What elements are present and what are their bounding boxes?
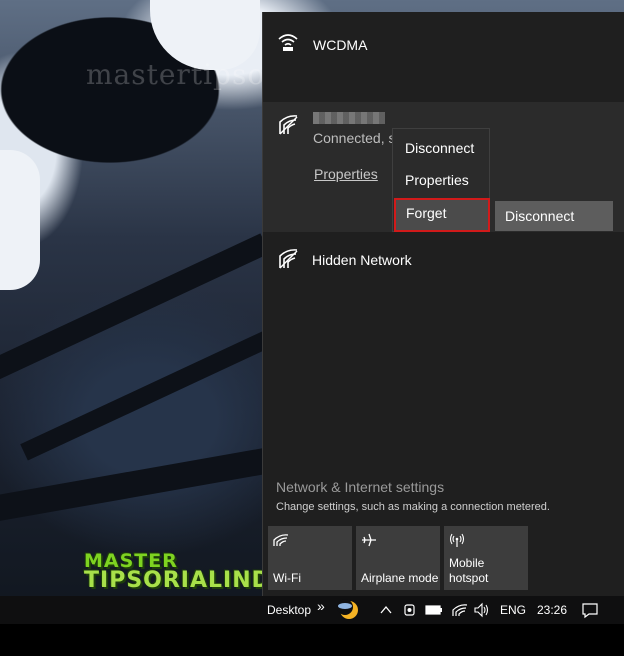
- context-menu-forget[interactable]: Forget: [394, 198, 490, 232]
- network-flyout: WCDMA Connected, s Properties Disconnect: [262, 12, 624, 596]
- network-context-menu: Disconnect Properties Forget: [392, 128, 490, 232]
- network-item-hidden[interactable]: Hidden Network: [263, 244, 624, 284]
- tile-label: Mobile hotspot: [449, 556, 488, 586]
- camera-icon[interactable]: [403, 596, 417, 624]
- wifi-secured-icon: [277, 114, 299, 141]
- toolbar-chevron-icon[interactable]: »: [317, 592, 325, 620]
- desktop-toolbar-label[interactable]: Desktop: [267, 596, 311, 624]
- context-menu-disconnect[interactable]: Disconnect: [393, 133, 489, 163]
- volume-icon[interactable]: [473, 596, 491, 624]
- airplane-icon: [361, 532, 377, 553]
- wifi-signal-icon: [277, 32, 299, 57]
- connection-status: Connected, s: [313, 130, 396, 146]
- language-indicator[interactable]: ENG: [500, 596, 526, 624]
- network-name: Hidden Network: [312, 252, 412, 268]
- chevron-up-icon[interactable]: [380, 596, 392, 624]
- wifi-tile[interactable]: Wi-Fi: [268, 526, 352, 590]
- battery-icon[interactable]: [425, 596, 443, 624]
- tile-label-line2: hotspot: [449, 571, 489, 585]
- network-settings-description: Change settings, such as making a connec…: [276, 501, 550, 513]
- properties-link[interactable]: Properties: [314, 166, 378, 182]
- network-name-blurred: [313, 112, 385, 124]
- wifi-icon: [273, 534, 289, 553]
- network-settings-link[interactable]: Network & Internet settings: [276, 479, 444, 495]
- logo-line2: TIPSORIALINDO: [84, 568, 291, 593]
- tile-label-line1: Mobile: [449, 556, 485, 570]
- site-logo: MASTER TIPSORIALINDO: [84, 550, 291, 593]
- action-center-icon[interactable]: [581, 596, 599, 624]
- weather-moon-icon[interactable]: [336, 598, 360, 626]
- mobile-hotspot-tile[interactable]: Mobile hotspot: [444, 526, 528, 590]
- context-menu-properties[interactable]: Properties: [393, 165, 489, 195]
- taskbar: Desktop » ENG 23:26: [0, 596, 624, 624]
- tile-label: Airplane mode: [361, 571, 439, 585]
- network-name: WCDMA: [313, 37, 368, 53]
- clock[interactable]: 23:26: [537, 596, 567, 624]
- airplane-mode-tile[interactable]: Airplane mode: [356, 526, 440, 590]
- hotspot-icon: [449, 532, 465, 553]
- wifi-secured-icon: [277, 248, 299, 275]
- network-wifi-icon[interactable]: [452, 596, 468, 624]
- tile-label: Wi-Fi: [273, 571, 301, 585]
- network-item-wcdma[interactable]: WCDMA: [263, 12, 624, 74]
- disconnect-button[interactable]: Disconnect: [495, 201, 613, 231]
